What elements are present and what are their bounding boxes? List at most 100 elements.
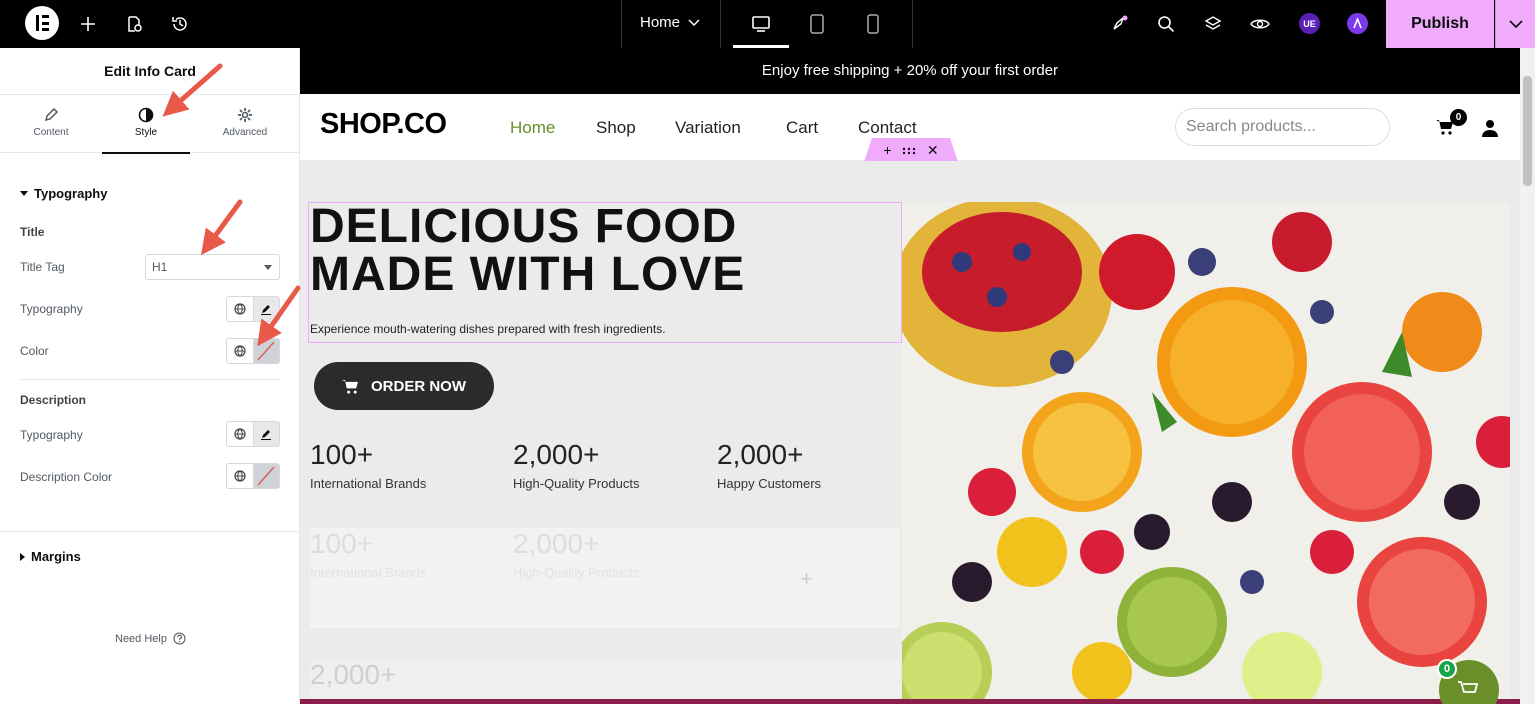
user-avatar[interactable]: UE bbox=[1299, 13, 1320, 34]
container-edit-handle: + ✕ bbox=[864, 138, 958, 162]
need-help-link[interactable]: Need Help bbox=[115, 632, 186, 645]
title-typography-label: Typography bbox=[20, 302, 83, 316]
drop-area-placeholder bbox=[310, 659, 900, 704]
nav-home[interactable]: Home bbox=[510, 118, 555, 138]
section-title: Typography bbox=[34, 186, 108, 201]
tab-content[interactable]: Content bbox=[7, 95, 95, 153]
ghost-stat-value: 2,000+ bbox=[513, 528, 600, 559]
hero-description[interactable]: Experience mouth-watering dishes prepare… bbox=[310, 322, 666, 336]
notifications-rocket-icon[interactable] bbox=[1105, 10, 1133, 38]
scrollbar-thumb[interactable] bbox=[1523, 76, 1532, 186]
title-tag-select[interactable]: H1 bbox=[145, 254, 280, 280]
tablet-view-button[interactable] bbox=[789, 0, 845, 48]
hero-title[interactable]: DELICIOUS FOOD MADE WITH LOVE bbox=[310, 203, 890, 299]
announcement-bar: Enjoy free shipping + 20% off your first… bbox=[300, 48, 1520, 94]
tab-style[interactable]: Style bbox=[102, 95, 190, 154]
add-element-icon[interactable] bbox=[74, 10, 102, 38]
title-color-label: Color bbox=[20, 344, 49, 358]
drag-handle-icon[interactable] bbox=[902, 142, 916, 158]
editor-panel: Edit Info Card Content Style Advanced Ty… bbox=[0, 48, 300, 704]
stat-value: 100+ bbox=[310, 439, 374, 470]
add-container-icon[interactable]: + bbox=[883, 142, 891, 158]
section-title: Margins bbox=[31, 549, 81, 564]
search-icon[interactable] bbox=[1152, 10, 1180, 38]
preview-eye-icon[interactable] bbox=[1246, 10, 1274, 38]
stat-value: 2,000+ bbox=[513, 439, 600, 470]
edit-pencil-icon[interactable] bbox=[252, 297, 279, 321]
nav-variation[interactable]: Variation bbox=[675, 118, 741, 138]
bottom-accent-bar bbox=[300, 699, 1520, 704]
panel-title: Edit Info Card bbox=[0, 48, 300, 95]
cart-icon bbox=[342, 379, 358, 394]
globe-icon[interactable] bbox=[227, 422, 253, 446]
elementor-logo-icon[interactable] bbox=[25, 6, 59, 40]
user-account-icon[interactable] bbox=[1481, 119, 1499, 142]
tab-advanced[interactable]: Advanced bbox=[201, 95, 289, 153]
hero-section: DELICIOUS FOOD MADE WITH LOVE Experience… bbox=[300, 161, 1520, 704]
color-picker-swatch[interactable] bbox=[252, 464, 279, 488]
divider bbox=[621, 0, 622, 48]
stat-label: Happy Customers bbox=[717, 476, 822, 491]
ghost-stat-label: International Brands bbox=[310, 565, 427, 580]
tab-label: Content bbox=[33, 127, 69, 138]
caret-down-icon bbox=[20, 191, 28, 196]
hero-title-line: MADE WITH LOVE bbox=[310, 248, 746, 301]
margins-section-toggle[interactable]: Margins bbox=[20, 549, 81, 564]
cart-count-badge: 0 bbox=[1450, 109, 1467, 126]
half-circle-icon bbox=[138, 107, 154, 123]
nav-contact[interactable]: Contact bbox=[858, 118, 917, 138]
stat-label: International Brands bbox=[310, 476, 427, 491]
nav-shop[interactable]: Shop bbox=[596, 118, 636, 138]
typography-section-toggle[interactable]: Typography bbox=[20, 186, 107, 201]
chevron-down-icon bbox=[688, 18, 700, 26]
divider bbox=[720, 0, 721, 48]
edit-pencil-icon[interactable] bbox=[252, 422, 279, 446]
order-now-button[interactable]: ORDER NOW bbox=[314, 362, 494, 410]
ghost-stat-value: 2,000+ bbox=[310, 659, 397, 690]
chevron-down-icon bbox=[1508, 20, 1523, 28]
desc-typography-label: Typography bbox=[20, 428, 83, 442]
title-tag-value: H1 bbox=[152, 260, 168, 274]
delete-container-icon[interactable]: ✕ bbox=[927, 142, 939, 159]
need-help-label: Need Help bbox=[115, 632, 167, 645]
desc-typography-control bbox=[226, 421, 280, 447]
preview-scrollbar[interactable] bbox=[1520, 48, 1535, 704]
globe-icon[interactable] bbox=[227, 297, 253, 321]
tablet-icon bbox=[810, 14, 824, 34]
description-group-heading: Description bbox=[20, 393, 87, 407]
gear-icon bbox=[238, 108, 252, 122]
hero-title-line: DELICIOUS FOOD bbox=[310, 200, 738, 253]
desc-color-label: Description Color bbox=[20, 470, 113, 484]
ghost-stat-label: High-Quality Products bbox=[513, 565, 640, 580]
publish-options-button[interactable] bbox=[1495, 0, 1535, 48]
desktop-icon bbox=[752, 16, 770, 32]
stat-value: 2,000+ bbox=[717, 439, 804, 470]
divider bbox=[912, 0, 913, 48]
history-icon[interactable] bbox=[166, 10, 194, 38]
publish-button[interactable]: Publish bbox=[1386, 0, 1494, 48]
mobile-view-button[interactable] bbox=[845, 0, 901, 48]
desc-color-control bbox=[226, 463, 280, 489]
site-logo[interactable]: SHOP.CO bbox=[320, 108, 447, 141]
page-settings-icon[interactable] bbox=[120, 10, 148, 38]
floating-cart-count: 0 bbox=[1437, 659, 1457, 679]
globe-icon[interactable] bbox=[227, 464, 253, 488]
divider bbox=[20, 379, 280, 380]
title-group-heading: Title bbox=[20, 225, 45, 239]
help-circle-icon bbox=[173, 632, 186, 645]
search-input[interactable]: Search products... bbox=[1175, 108, 1390, 146]
pencil-icon bbox=[44, 107, 59, 122]
editor-topbar: Home UE Publish bbox=[0, 0, 1535, 48]
nav-cart[interactable]: Cart bbox=[786, 118, 818, 138]
page-preview: Enjoy free shipping + 20% off your first… bbox=[300, 48, 1520, 704]
globe-icon[interactable] bbox=[227, 339, 253, 363]
tab-label: Style bbox=[134, 127, 158, 138]
desktop-view-button[interactable] bbox=[733, 0, 789, 48]
mobile-icon bbox=[867, 14, 879, 34]
caret-right-icon bbox=[20, 552, 25, 561]
add-widget-plus-icon[interactable]: + bbox=[800, 566, 813, 592]
page-selector[interactable]: Home bbox=[640, 14, 700, 31]
color-picker-swatch[interactable] bbox=[252, 339, 279, 363]
ai-assistant-icon[interactable] bbox=[1347, 13, 1368, 34]
layers-icon[interactable] bbox=[1199, 10, 1227, 38]
